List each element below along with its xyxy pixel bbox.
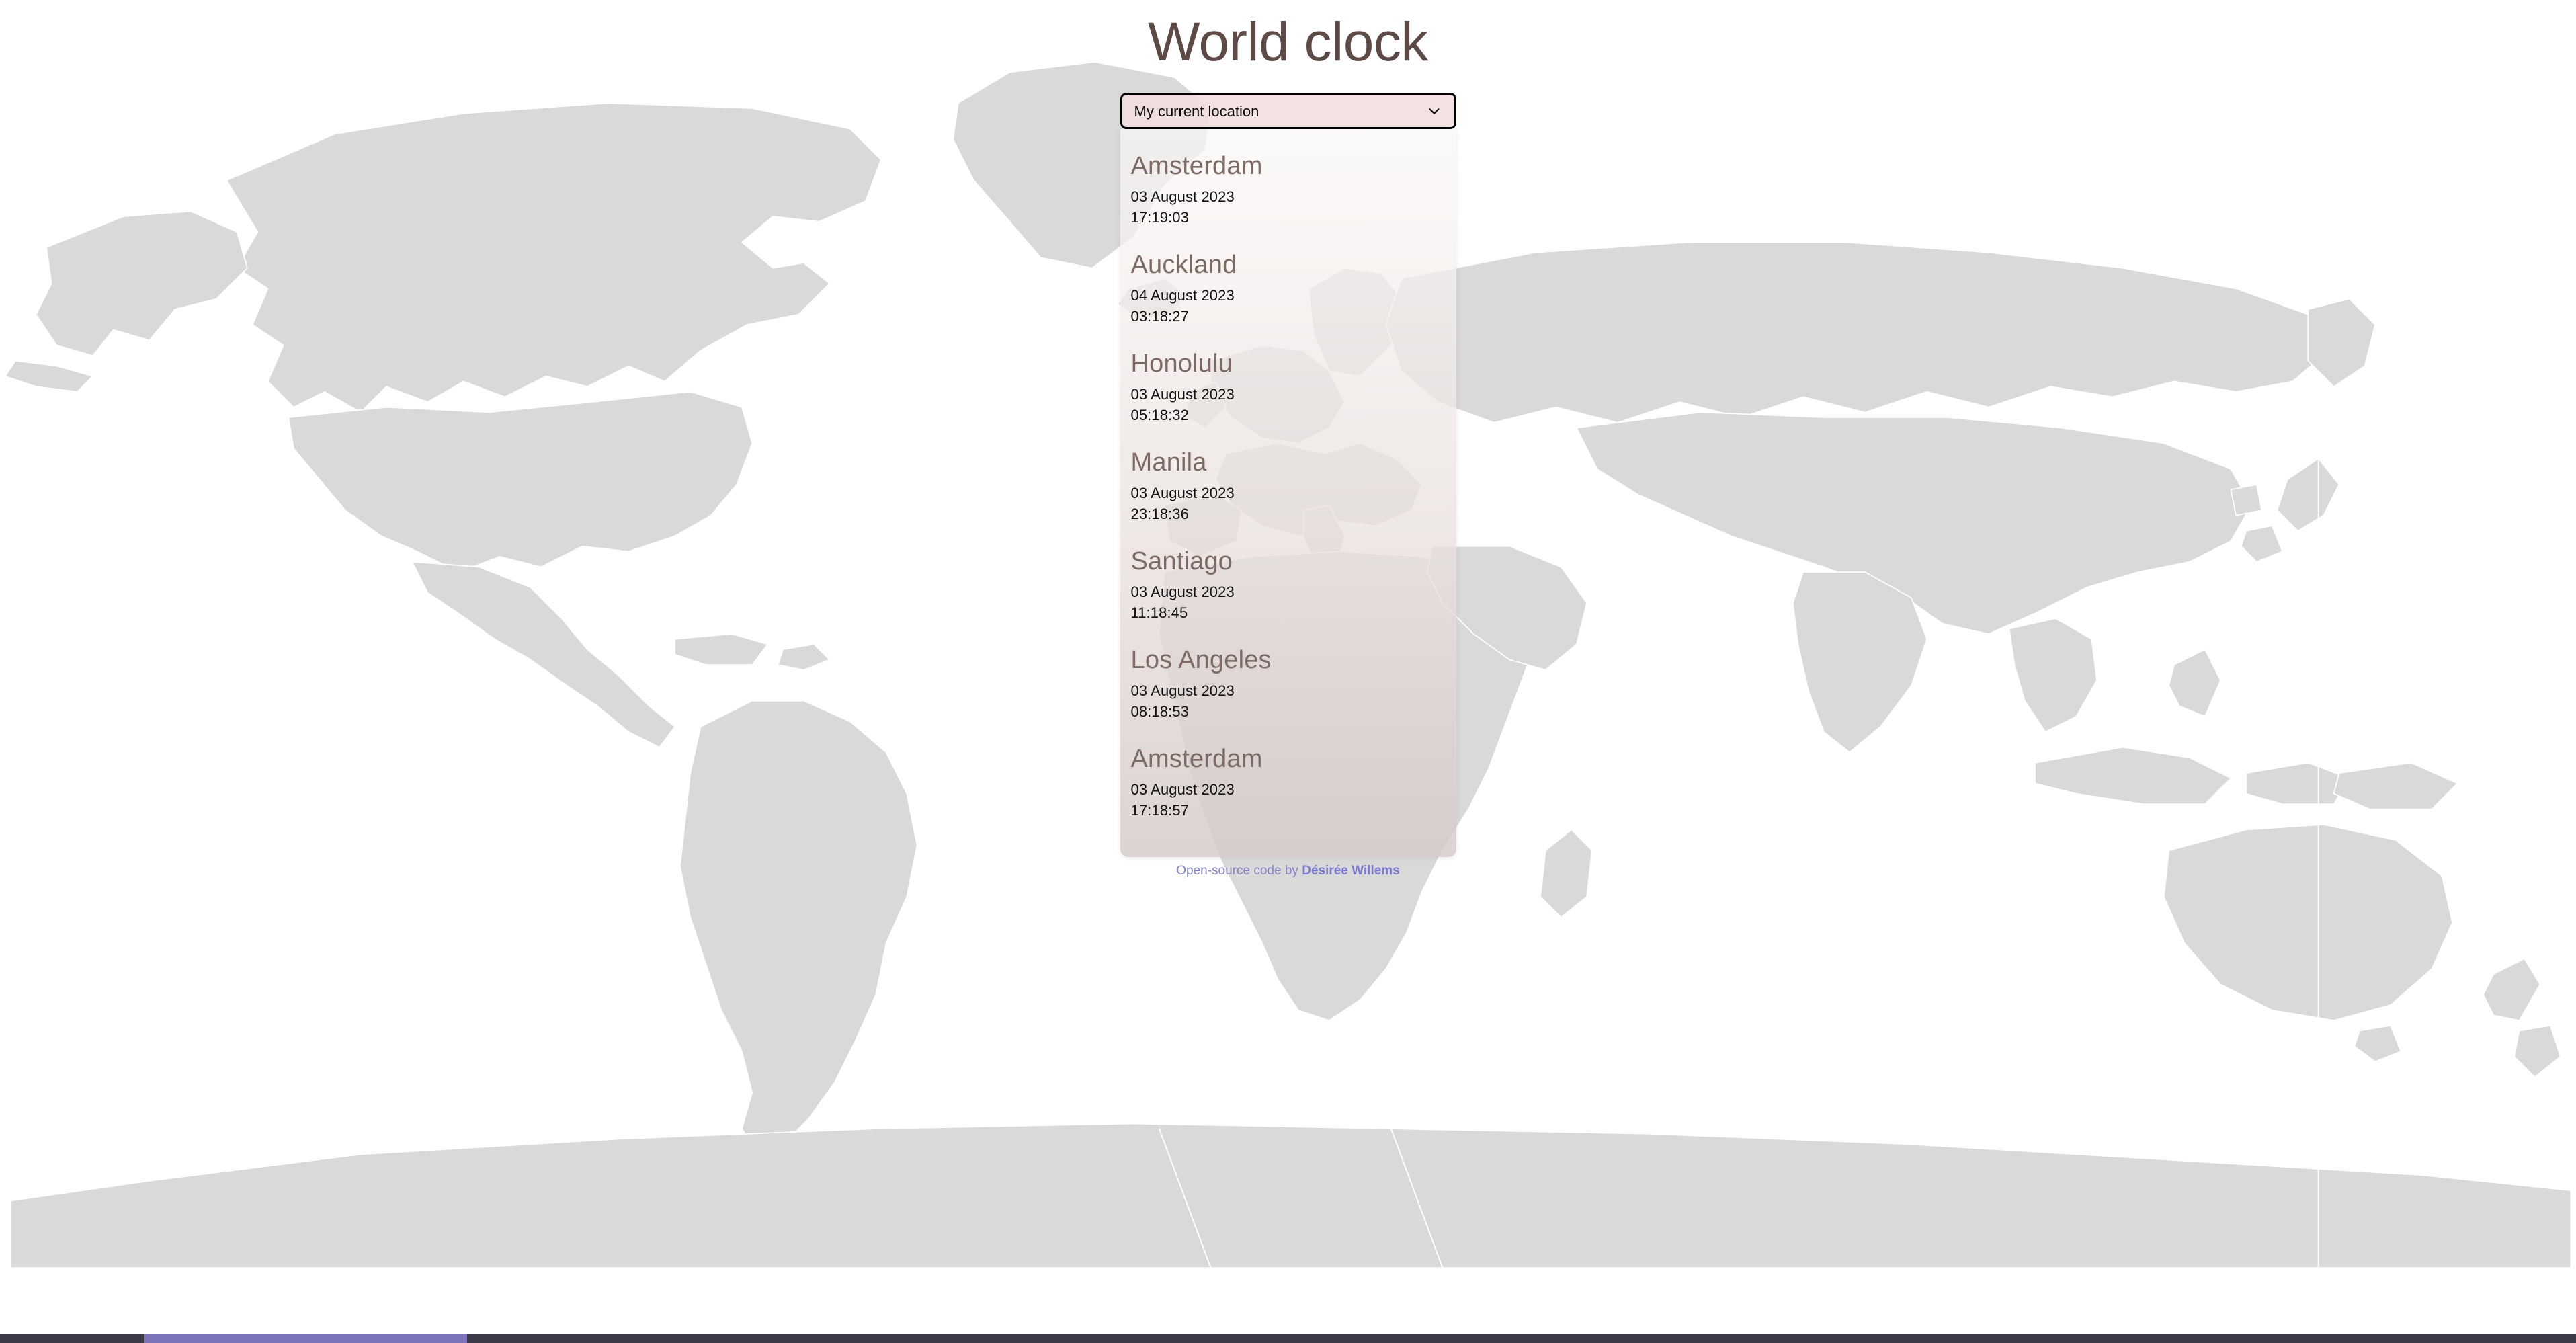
clock-item: Los Angeles 03 August 2023 08:18:53 [1120, 637, 1456, 735]
author-link[interactable]: Désirée Willems [1302, 864, 1400, 878]
clock-time: 23:18:36 [1130, 505, 1189, 522]
clock-date: 03 August 2023 [1130, 583, 1235, 600]
main-column: World clock My current location Amsterdam… [1120, 0, 1456, 879]
clock-item: Santiago 03 August 2023 11:18:45 [1120, 538, 1456, 637]
clock-date: 03 August 2023 [1130, 188, 1235, 205]
world-clock-app: World clock My current location Amsterdam… [0, 0, 2576, 1343]
clock-time: 17:18:57 [1130, 801, 1189, 819]
clock-item: Amsterdam 03 August 2023 17:18:57 [1120, 735, 1456, 834]
clock-city-name: Santiago [1130, 547, 1233, 576]
clock-date: 04 August 2023 [1130, 286, 1235, 304]
location-select-wrapper: My current locationAmsterdamAucklandHono… [1120, 93, 1456, 129]
clock-item: Manila 03 August 2023 23:18:36 [1120, 439, 1456, 538]
clock-city-name: Amsterdam [1130, 745, 1263, 774]
clock-city-name: Honolulu [1130, 350, 1233, 378]
clock-time: 11:18:45 [1130, 604, 1188, 621]
clock-time: 03:18:27 [1130, 307, 1189, 325]
site-footer: Open-source code by Désirée Willems [1120, 857, 1456, 879]
clock-city-name: Amsterdam [1130, 152, 1263, 180]
clock-city-name: Los Angeles [1130, 646, 1272, 675]
clock-time: 05:18:32 [1130, 406, 1189, 423]
page-title: World clock [1148, 11, 1428, 73]
system-taskbar [0, 1334, 2576, 1343]
clock-date: 03 August 2023 [1130, 385, 1235, 403]
clock-item: Honolulu 03 August 2023 05:18:32 [1120, 340, 1456, 439]
clock-city-name: Manila [1130, 448, 1207, 477]
clock-item: Amsterdam 03 August 2023 17:19:03 [1120, 143, 1456, 241]
clock-time: 08:18:53 [1130, 702, 1189, 720]
clock-city-name: Auckland [1130, 251, 1237, 280]
clock-list-panel: Amsterdam 03 August 2023 17:19:03 Auckland 0… [1120, 129, 1456, 858]
clock-list: Amsterdam 03 August 2023 17:19:03 Auckland 0… [1120, 143, 1456, 834]
clock-date: 03 August 2023 [1130, 484, 1235, 501]
location-select[interactable]: My current locationAmsterdamAucklandHono… [1120, 93, 1456, 129]
clock-time: 17:19:03 [1130, 208, 1189, 226]
taskbar-active-window[interactable] [144, 1334, 467, 1343]
footer-prefix: Open-source code by [1176, 864, 1302, 879]
clock-date: 03 August 2023 [1130, 682, 1235, 699]
clock-date: 03 August 2023 [1130, 780, 1235, 798]
clock-item: Auckland 04 August 2023 03:18:27 [1120, 241, 1456, 340]
